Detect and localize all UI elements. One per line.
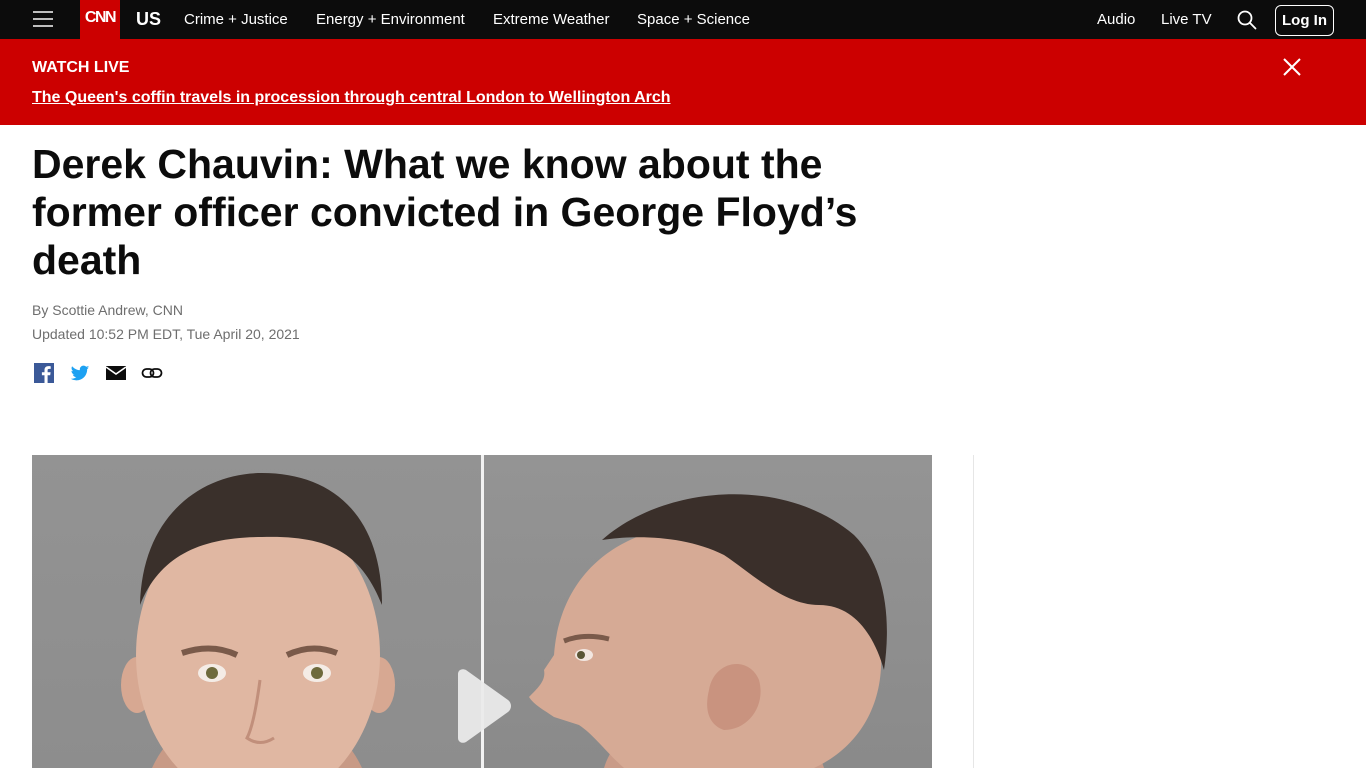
nav-link-energy-environment[interactable]: Energy + Environment bbox=[316, 11, 465, 28]
section-title[interactable]: US bbox=[136, 9, 161, 30]
nav-link-audio[interactable]: Audio bbox=[1097, 11, 1135, 28]
right-rail-divider bbox=[973, 455, 974, 768]
login-button[interactable]: Log In bbox=[1275, 5, 1334, 36]
top-navigation: CNN US Crime + Justice Energy + Environm… bbox=[0, 0, 1366, 39]
article-timestamp: Updated 10:52 PM EDT, Tue April 20, 2021 bbox=[32, 326, 300, 342]
nav-link-extreme-weather[interactable]: Extreme Weather bbox=[493, 11, 609, 28]
nav-link-live-tv[interactable]: Live TV bbox=[1161, 11, 1212, 28]
cnn-logo[interactable]: CNN bbox=[80, 0, 120, 39]
facebook-icon[interactable] bbox=[33, 362, 55, 384]
search-icon[interactable] bbox=[1236, 9, 1258, 31]
play-icon[interactable] bbox=[450, 668, 514, 744]
nav-link-space-science[interactable]: Space + Science bbox=[637, 11, 750, 28]
nav-link-crime-justice[interactable]: Crime + Justice bbox=[184, 11, 288, 28]
watch-live-label: WATCH LIVE bbox=[32, 59, 130, 76]
article-byline: By Scottie Andrew, CNN bbox=[32, 302, 183, 318]
article-headline: Derek Chauvin: What we know about the fo… bbox=[32, 141, 858, 283]
logo-text: CNN bbox=[84, 9, 117, 26]
mugshot-profile-photo bbox=[484, 455, 932, 768]
email-icon[interactable] bbox=[105, 362, 127, 384]
mugshot-front-photo bbox=[32, 455, 481, 768]
close-icon[interactable] bbox=[1280, 55, 1304, 79]
live-banner: WATCH LIVE The Queen's coffin travels in… bbox=[0, 39, 1366, 125]
link-icon[interactable] bbox=[141, 362, 163, 384]
menu-icon[interactable] bbox=[33, 11, 53, 29]
twitter-icon[interactable] bbox=[69, 362, 91, 384]
live-headline-link[interactable]: The Queen's coffin travels in procession… bbox=[32, 89, 671, 107]
article-video[interactable] bbox=[32, 455, 932, 768]
